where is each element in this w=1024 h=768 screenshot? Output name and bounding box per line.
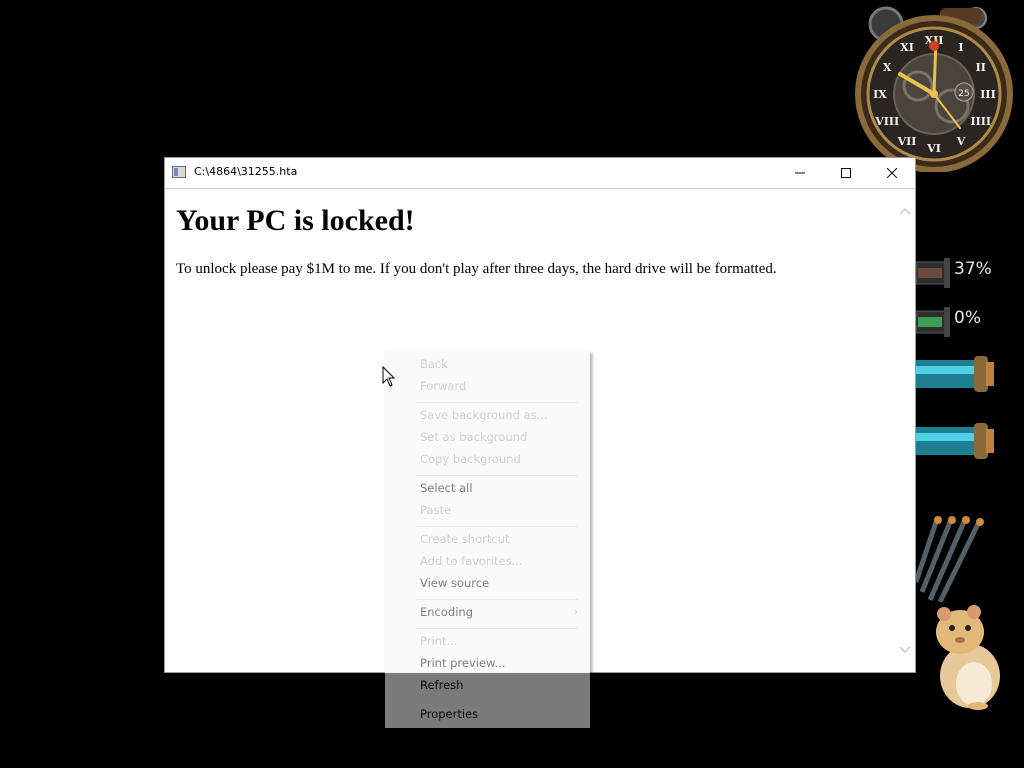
clock-numeral: V — [956, 135, 966, 148]
gauge-icon — [916, 307, 950, 337]
menu-item-print[interactable]: Print... — [420, 634, 457, 648]
menu-item-paste[interactable]: Paste — [420, 503, 451, 517]
menu-item-back[interactable]: Back — [420, 357, 448, 371]
ram-meter-value: 0% — [954, 308, 981, 328]
clock-numeral: VII — [897, 135, 917, 148]
page-heading: Your PC is locked! — [176, 204, 415, 237]
maximize-icon — [841, 167, 851, 178]
menu-item-print-preview[interactable]: Print preview... — [420, 656, 505, 670]
hta-app-icon — [172, 166, 186, 178]
clock-numeral: VI — [926, 142, 941, 155]
ram-meter-gadget[interactable]: 0% — [916, 303, 1016, 339]
close-button[interactable] — [869, 158, 915, 187]
maximize-button[interactable] — [823, 158, 869, 187]
menu-item-set-background[interactable]: Set as background — [420, 430, 527, 444]
menu-separator — [415, 628, 578, 629]
minimize-button[interactable] — [777, 158, 823, 187]
arrow-cursor-icon — [382, 366, 396, 387]
minimize-icon — [795, 172, 805, 173]
menu-item-add-favorites[interactable]: Add to favorites... — [420, 554, 523, 568]
chevron-down-icon — [899, 646, 911, 654]
context-menu[interactable]: Back Forward Save background as... Set a… — [385, 351, 590, 728]
gauge-icon — [916, 258, 950, 288]
menu-separator — [415, 402, 578, 403]
chevron-right-icon: › — [573, 605, 578, 618]
menu-item-save-background[interactable]: Save background as... — [420, 408, 548, 422]
scroll-down-arrow[interactable] — [897, 642, 913, 658]
scroll-up-arrow[interactable] — [897, 203, 913, 219]
battery-tube-gadget[interactable] — [916, 354, 998, 394]
cpu-meter-gadget[interactable]: 37% — [916, 254, 1016, 290]
menu-item-properties[interactable]: Properties — [420, 707, 478, 721]
hamster-icon[interactable] — [920, 604, 1010, 712]
cpu-meter-value: 37% — [954, 259, 992, 279]
menu-item-copy-background[interactable]: Copy background — [420, 452, 521, 466]
clock-numeral: IIII — [971, 115, 992, 128]
cables-gadget — [916, 516, 984, 602]
menu-item-view-source[interactable]: View source — [420, 576, 489, 590]
clock-numeral: IX — [873, 88, 887, 101]
clock-numeral: II — [976, 61, 986, 74]
clock-numeral: I — [958, 41, 963, 54]
close-icon — [887, 167, 897, 178]
steampunk-clock-gadget[interactable]: XIIIIIIIIIIIIVVIVIIVIIIIXXXI 25 — [848, 4, 1020, 172]
title-bar[interactable]: C:\4864\31255.hta — [165, 158, 915, 189]
menu-item-encoding[interactable]: Encoding — [420, 605, 473, 619]
window-title: C:\4864\31255.hta — [194, 165, 298, 178]
desktop: XII I II III IIII V VI VII VIII IX X XI 25 37% 0% — [0, 0, 1024, 768]
clock-numeral: X — [883, 61, 892, 74]
menu-separator — [415, 599, 578, 600]
clock-numeral: XI — [900, 41, 914, 54]
clock-numeral: VIII — [874, 115, 899, 128]
menu-item-create-shortcut[interactable]: Create shortcut — [420, 532, 510, 546]
menu-item-forward[interactable]: Forward — [420, 379, 466, 393]
clock-day-number: 25 — [958, 89, 969, 99]
menu-separator — [415, 475, 578, 476]
clock-numeral: III — [980, 88, 995, 101]
menu-separator — [415, 526, 578, 527]
menu-item-refresh[interactable]: Refresh — [420, 678, 463, 692]
network-tube-gadget[interactable] — [916, 421, 998, 461]
chevron-up-icon — [899, 207, 911, 215]
menu-item-select-all[interactable]: Select all — [420, 481, 473, 495]
menu-shadow-region — [385, 673, 590, 728]
ransom-message: To unlock please pay $1M to me. If you d… — [176, 261, 777, 277]
